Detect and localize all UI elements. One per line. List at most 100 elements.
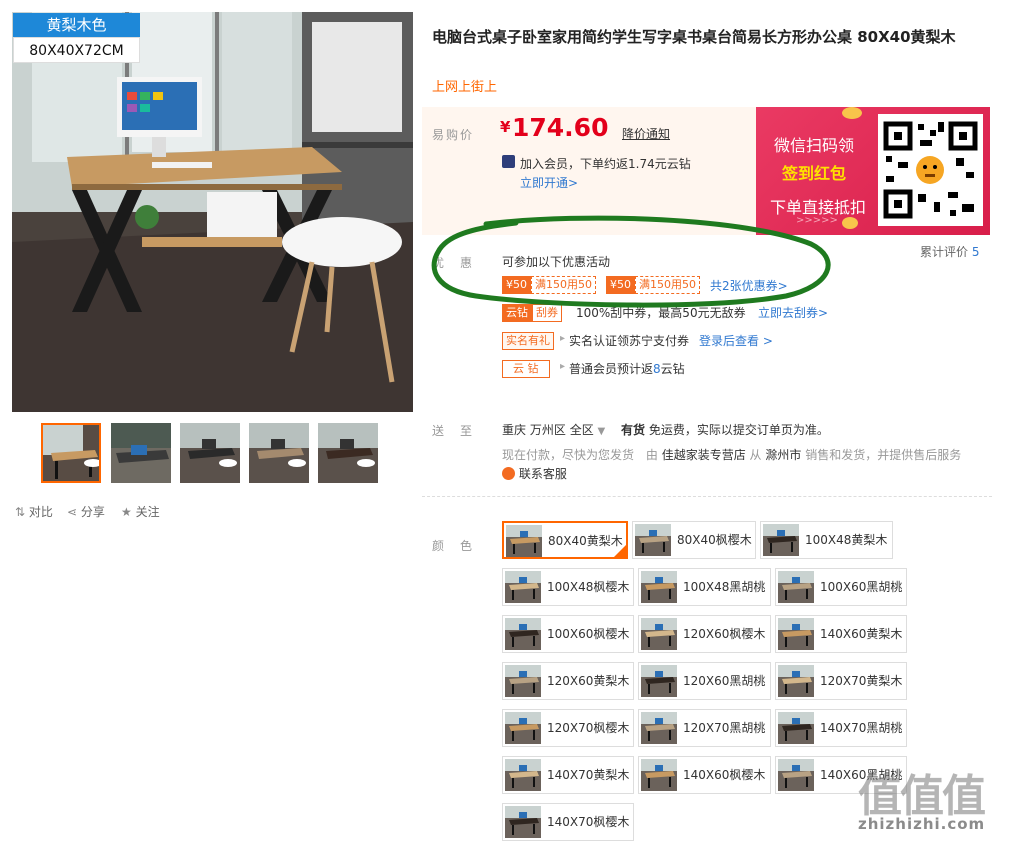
price-label: 易购价 [432,128,475,142]
color-option[interactable]: 140X70枫樱木 [502,803,634,841]
compare-button[interactable]: ⇅ 对比 [15,503,53,520]
color-option[interactable]: 100X48黑胡桃 [638,568,771,606]
color-option[interactable]: 120X60枫樱木 [638,615,771,653]
color-option[interactable]: 80X40枫樱木 [632,521,756,559]
customer-service-label: 联系客服 [518,467,567,481]
option-thumbnail [778,571,814,603]
thumbnail-3[interactable] [180,423,240,483]
price-alert-link[interactable]: 降价通知 [622,125,670,142]
color-option[interactable]: 140X60黄梨木 [775,615,907,653]
option-thumbnail [641,712,677,744]
option-thumbnail [778,618,814,650]
color-option[interactable]: 140X70黑胡桃 [775,709,907,747]
freight-text: 免运费，实际以提交订单页为准。 [648,423,829,437]
shipping-note: 现在付款，尽快为您发货 由 佳越家装专营店 从 滁州市 销售和发货，并提供售后服… [502,446,961,463]
option-thumbnail [505,759,541,791]
shop-link[interactable]: 佳越家装专营店 [662,448,746,462]
option-label: 140X60黄梨木 [820,627,903,641]
shipping-city: 滁州市 [765,448,802,462]
review-count-label[interactable]: 累计评价 5 [920,243,979,260]
watermark-site: zhizhizhi.com [858,815,986,833]
realname-tag-label: 实名有礼 [502,332,554,350]
color-option[interactable]: 100X48枫樱木 [502,568,634,606]
option-label: 120X60枫樱木 [683,627,766,641]
follow-button[interactable]: ★ 关注 [121,503,160,520]
main-product-image[interactable] [12,12,413,412]
compare-icon: ⇅ [15,505,26,519]
thumbnail-1[interactable] [41,423,101,483]
delivery-city: 重庆 [502,423,527,437]
color-option[interactable]: 120X70黄梨木 [775,662,907,700]
selected-check-icon [614,545,626,557]
option-thumbnail [641,759,677,791]
section-divider [422,496,992,498]
color-option[interactable]: 120X70枫樱木 [502,709,634,747]
option-label: 100X48黄梨木 [805,533,888,547]
color-label: 颜色 [432,539,489,553]
customer-service-button[interactable]: 联系客服 [502,465,567,482]
size-badge: 80X40X72CM [13,37,140,63]
realname-tag: 实名有礼 [502,332,554,350]
highlight-circle [431,215,831,308]
option-thumbnail [505,712,541,744]
cloud-rebate-text: 普通会员预计返8云钻 [569,360,685,377]
option-thumbnail [778,712,814,744]
option-label: 100X48黑胡桃 [683,580,766,594]
price-value: 174.60 [512,113,609,142]
color-option[interactable]: 120X60黄梨木 [502,662,634,700]
delivery-location-selector[interactable]: 重庆 万州区 全区 ▼ [502,421,605,438]
option-label: 120X70枫樱木 [547,721,630,735]
option-thumbnail [505,571,541,603]
color-option[interactable]: 120X70黑胡桃 [638,709,771,747]
share-label: 分享 [80,505,105,519]
compare-label: 对比 [28,505,53,519]
color-badge: 黄梨木色 [13,13,140,37]
color-option[interactable]: 140X70黄梨木 [502,756,634,794]
review-label: 累计评价 [920,245,969,259]
color-option[interactable]: 120X60黑胡桃 [638,662,771,700]
cloud-tag: 云 钻 [502,360,550,378]
delivery-label: 送至 [432,424,489,438]
option-label: 80X40枫樱木 [677,533,752,547]
option-thumbnail [763,524,799,556]
option-thumbnail [641,618,677,650]
cloud-rebate-suffix: 云钻 [660,362,685,376]
cloud-rebate-prefix: 普通会员预计返 [569,362,654,376]
option-label: 100X60黑胡桃 [820,580,903,594]
thumbnail-5[interactable] [318,423,378,483]
option-label: 140X60枫樱木 [683,768,766,782]
qr-code-icon [878,114,983,226]
cloud-rebate-num: 8 [653,362,661,376]
chevron-right-icon: ▸ [560,333,566,344]
thumbnail-4[interactable] [249,423,309,483]
option-label: 100X60枫樱木 [547,627,630,641]
stock-row: 有货 免运费，实际以提交订单页为准。 [621,421,829,438]
color-option[interactable]: 100X60黑胡桃 [775,568,907,606]
share-icon: ⋖ [67,505,78,519]
option-label: 100X48枫樱木 [547,580,630,594]
option-thumbnail [778,759,814,791]
product-subtitle[interactable]: 上网上街上 [432,76,497,95]
cloud-tag-label: 云 钻 [502,360,550,378]
option-thumbnail [635,524,671,556]
member-text: 加入会员，下单约返1.74元云钻 [520,157,691,171]
color-option[interactable]: 140X60枫樱木 [638,756,771,794]
share-button[interactable]: ⋖ 分享 [67,503,105,520]
shipping-note-suffix: 销售和发货，并提供售后服务 [805,448,962,462]
option-label: 120X60黄梨木 [547,674,630,688]
option-label: 120X70黑胡桃 [683,721,766,735]
option-thumbnail [505,665,541,697]
member-icon [502,155,515,168]
chevron-down-icon: ▼ [597,426,606,437]
promo-line-2: 签到红包 [781,164,846,183]
color-option[interactable]: 80X40黄梨木 [502,521,628,559]
follow-label: 关注 [135,505,160,519]
color-option[interactable]: 100X48黄梨木 [760,521,893,559]
thumbnail-2[interactable] [111,423,171,483]
currency-symbol: ¥ [500,118,511,136]
option-thumbnail [641,571,677,603]
option-thumbnail [505,806,541,838]
member-open-link[interactable]: 立即开通> [520,174,578,191]
realname-link[interactable]: 登录后查看 > [699,332,773,349]
color-option[interactable]: 100X60枫樱木 [502,615,634,653]
